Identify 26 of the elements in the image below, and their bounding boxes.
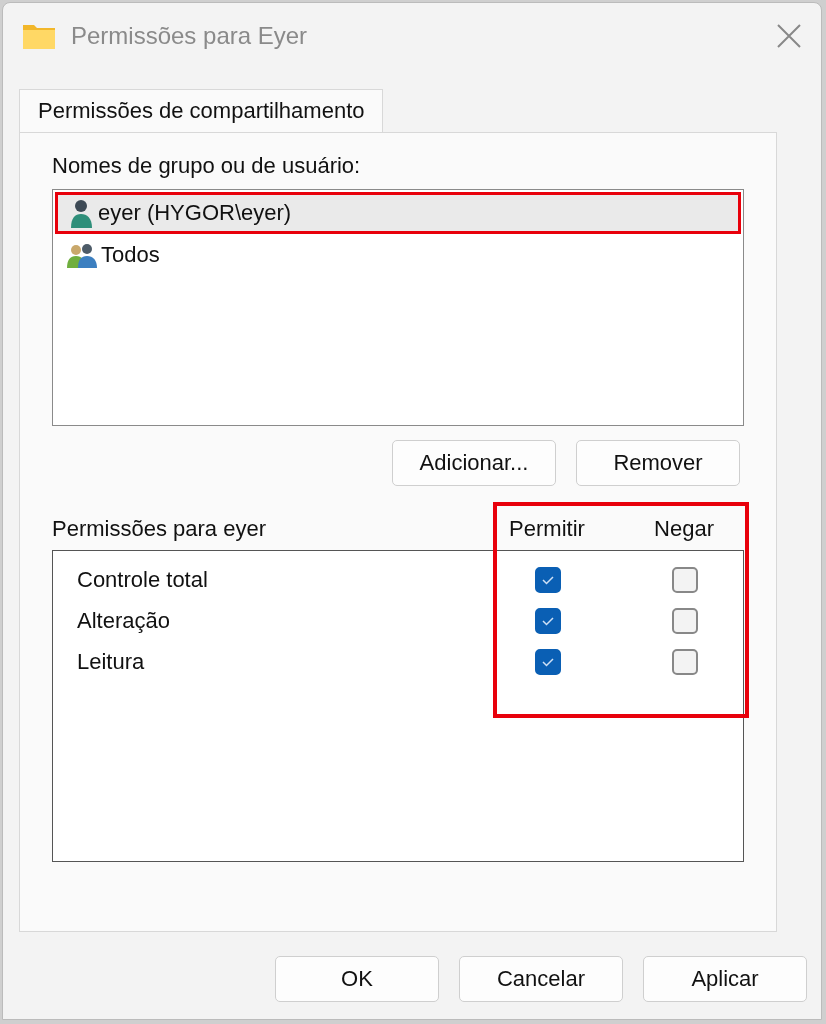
dialog-button[interactable]: Remover [576, 440, 740, 486]
column-header: Negar [653, 516, 715, 542]
permissions-label: Permissões para eyer [52, 516, 267, 542]
allow-checkbox[interactable] [535, 607, 561, 634]
allow-checkbox[interactable] [535, 648, 561, 675]
window-title: Permissões para Eyer [71, 22, 309, 50]
dialog-button[interactable]: Aplicar [643, 956, 807, 1002]
permission-name: Alteração [77, 607, 171, 634]
dialog-button[interactable]: OK [275, 956, 439, 1002]
users-label: Nomes de grupo ou de usuário: [52, 153, 362, 179]
close-icon[interactable] [777, 24, 801, 48]
allow-checkbox[interactable] [535, 566, 561, 593]
dialog-button[interactable]: Cancelar [459, 956, 623, 1002]
dialog-button[interactable]: Adicionar... [392, 440, 556, 486]
user-icon [70, 198, 94, 228]
folder-icon [23, 23, 55, 49]
user-list-item[interactable]: eyer (HYGOR\eyer) [55, 192, 741, 234]
permission-name: Leitura [77, 648, 146, 675]
column-header: Permitir [508, 516, 586, 542]
deny-checkbox[interactable] [672, 648, 698, 675]
permission-name: Controle total [77, 566, 209, 593]
user-list-item[interactable]: Todos [55, 234, 741, 276]
tab[interactable]: Permissões de compartilhamento [19, 89, 384, 132]
deny-checkbox[interactable] [672, 566, 698, 593]
deny-checkbox[interactable] [672, 607, 698, 634]
users-icon [67, 242, 97, 268]
